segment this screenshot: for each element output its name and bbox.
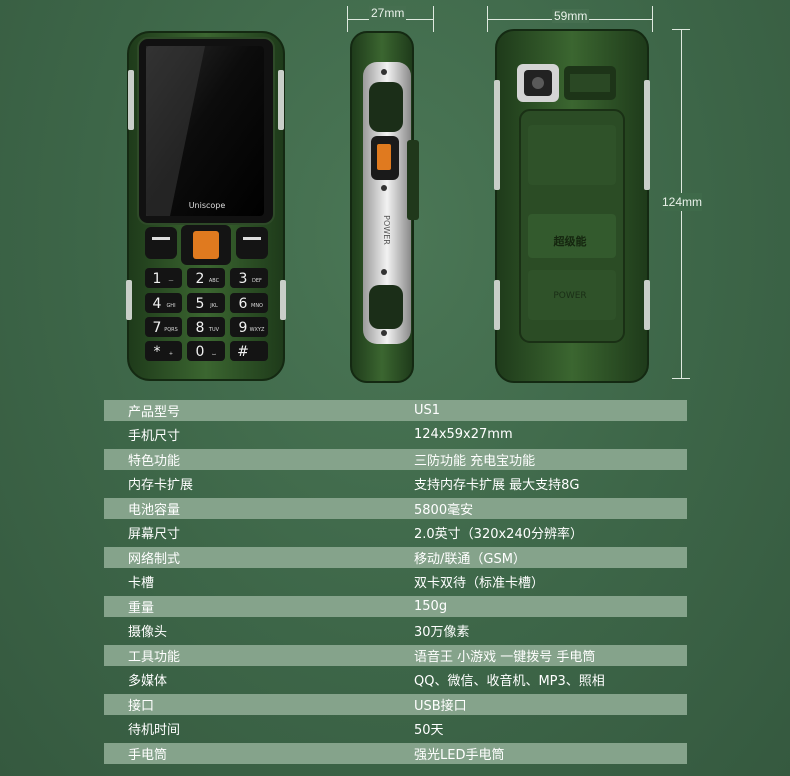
spec-value: 支持内存卡扩展 最大支持8G <box>414 478 580 494</box>
key-number: 7 <box>153 320 162 336</box>
key-number: * <box>154 344 161 360</box>
spec-key: 待机时间 <box>128 723 181 739</box>
spec-value: US1 <box>414 400 687 421</box>
key-number: 4 <box>153 296 162 312</box>
key-number: 2 <box>196 271 205 287</box>
key-letters: DEF <box>252 278 262 284</box>
spec-row-tools: 工具功能 语音王 小游戏 一键拨号 手电筒 <box>104 645 687 666</box>
spec-value: 三防功能 充电宝功能 <box>414 449 687 470</box>
key-letters: JKL <box>209 303 218 309</box>
spec-key: 特色功能 <box>104 449 414 470</box>
spec-row-multimedia: 多媒体 QQ、微信、收音机、MP3、照相 <box>104 670 687 691</box>
spec-value: 强光LED手电筒 <box>414 743 687 764</box>
spec-key: 产品型号 <box>104 400 414 421</box>
spec-key: 卡槽 <box>128 576 155 592</box>
key-number: 5 <box>196 296 205 312</box>
spec-value: 30万像素 <box>414 625 470 641</box>
key-number: # <box>237 344 249 360</box>
spec-row-camera: 摄像头 30万像素 <box>104 621 687 642</box>
spec-value: 50天 <box>414 723 444 739</box>
spec-value: 移动/联通（GSM） <box>414 547 687 568</box>
spec-value: 150g <box>414 596 687 617</box>
spec-row-weight: 重量 150g <box>104 596 687 617</box>
key-number: 8 <box>196 320 205 336</box>
spec-key: 工具功能 <box>104 645 414 666</box>
spec-key: 接口 <box>104 694 414 715</box>
side-power-label: POWER <box>382 215 391 245</box>
spec-row-model: 产品型号 US1 <box>104 400 687 421</box>
spec-table: 产品型号 US1 手机尺寸 124x59x27mm 特色功能 三防功能 充电宝功能 内… <box>104 396 687 768</box>
spec-key: 多媒体 <box>128 674 168 690</box>
spec-value: 124x59x27mm <box>414 427 513 443</box>
phone-front: Uniscope 1 — 2 ABC 3 DEF 4 GHI 5 JKL 6 MNO 7 PQRS 8 TUV… <box>126 31 286 381</box>
spec-value: 5800毫安 <box>414 498 687 519</box>
phone-side: POWER <box>350 31 419 383</box>
spec-key: 手电筒 <box>104 743 414 764</box>
phone-illustrations: Uniscope 1 — 2 ABC 3 DEF 4 GHI 5 JKL 6 MNO 7 PQRS 8 TUV… <box>126 29 650 383</box>
key-letters: — <box>169 278 174 284</box>
spec-row-screen: 屏幕尺寸 2.0英寸（320x240分辨率） <box>104 523 687 544</box>
spec-value: QQ、微信、收音机、MP3、照相 <box>414 674 605 690</box>
spec-key: 屏幕尺寸 <box>128 527 181 543</box>
key-letters: ⌴ <box>212 351 216 357</box>
spec-value: 语音王 小游戏 一键拨号 手电筒 <box>414 645 687 666</box>
phone-back: 超级能 POWER <box>494 29 650 383</box>
spec-row-network: 网络制式 移动/联通（GSM） <box>104 547 687 568</box>
spec-value: 2.0英寸（320x240分辨率） <box>414 527 583 543</box>
key-letters: TUV <box>208 327 220 333</box>
key-number: 6 <box>239 296 248 312</box>
key-letters: GHI <box>166 303 175 309</box>
spec-value: USB接口 <box>414 694 687 715</box>
spec-row-features: 特色功能 三防功能 充电宝功能 <box>104 449 687 470</box>
spec-key: 摄像头 <box>128 625 168 641</box>
spec-key: 手机尺寸 <box>128 429 181 445</box>
back-brand-mark: 超级能 <box>553 234 587 248</box>
key-letters: + <box>169 351 173 357</box>
spec-key: 电池容量 <box>104 498 414 519</box>
key-number: 1 <box>153 271 162 287</box>
key-letters: WXYZ <box>250 327 265 333</box>
spec-row-battery: 电池容量 5800毫安 <box>104 498 687 519</box>
key-letters: MNO <box>251 303 263 309</box>
key-number: 9 <box>239 320 248 336</box>
key-number: 3 <box>239 271 248 287</box>
back-power-mark: POWER <box>553 291 586 301</box>
spec-key: 网络制式 <box>104 547 414 568</box>
spec-row-port: 接口 USB接口 <box>104 694 687 715</box>
key-letters: ABC <box>209 278 220 284</box>
spec-row-sim: 卡槽 双卡双待（标准卡槽） <box>104 572 687 593</box>
spec-value: 双卡双待（标准卡槽） <box>414 576 545 592</box>
spec-row-standby: 待机时间 50天 <box>104 719 687 740</box>
spec-key: 内存卡扩展 <box>128 478 194 494</box>
spec-row-size: 手机尺寸 124x59x27mm <box>104 425 687 446</box>
spec-key: 重量 <box>104 596 414 617</box>
key-number: 0 <box>196 344 205 360</box>
key-letters: PQRS <box>164 327 178 333</box>
spec-row-flashlight: 手电筒 强光LED手电筒 <box>104 743 687 764</box>
brand-label: Uniscope <box>189 201 226 210</box>
spec-row-memory: 内存卡扩展 支持内存卡扩展 最大支持8G <box>104 474 687 495</box>
